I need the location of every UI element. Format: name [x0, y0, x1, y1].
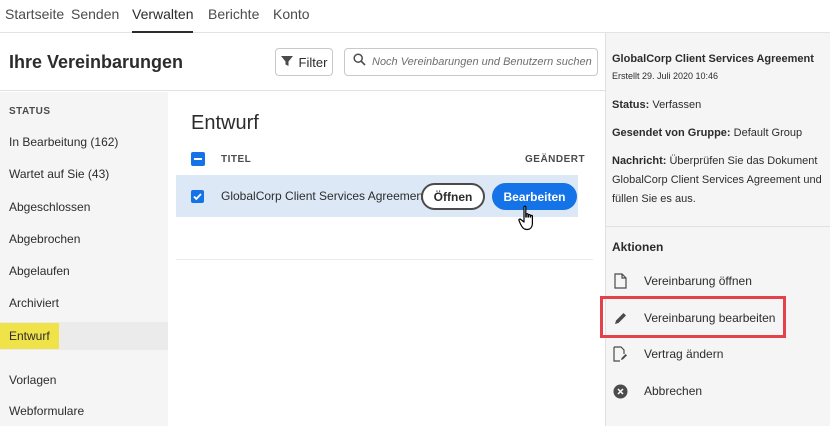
group-key: Gesendet von Gruppe: — [612, 127, 731, 139]
sidebar-item-label: Archiviert — [9, 296, 60, 310]
sidebar-item-label: In Bearbeitung (162) — [9, 135, 119, 149]
tab-konto[interactable]: Konto — [273, 6, 310, 33]
sidebar-item-in-bearbeitung[interactable]: In Bearbeitung (162) — [0, 128, 168, 156]
group-value: Default Group — [733, 127, 803, 139]
sidebar-item-abgelaufen[interactable]: Abgelaufen — [0, 257, 168, 285]
sidebar-item-label: Abgelaufen — [9, 264, 70, 278]
search-icon — [353, 53, 366, 71]
agreements-header: Ihre Vereinbarungen Filter — [0, 33, 605, 91]
row-checkbox[interactable] — [191, 190, 204, 203]
tab-startseite[interactable]: Startseite — [5, 6, 64, 33]
filter-label: Filter — [298, 54, 328, 70]
search-input[interactable] — [372, 56, 592, 68]
details-status: Status: Verfassen — [612, 96, 827, 115]
actions-heading: Aktionen — [612, 240, 664, 254]
agreement-list: Entwurf TITEL GEÄNDERT GlobalCorp Client… — [168, 92, 605, 426]
action-label: Vereinbarung bearbeiten — [644, 311, 776, 325]
document-icon — [612, 273, 628, 289]
filter-button[interactable]: Filter — [275, 48, 333, 76]
funnel-icon — [280, 55, 293, 70]
sidebar-item-label: Vorlagen — [9, 373, 57, 387]
sidebar-item-abgebrochen[interactable]: Abgebrochen — [0, 225, 168, 253]
tab-berichte[interactable]: Berichte — [208, 6, 259, 33]
status-value: Verfassen — [652, 99, 702, 111]
list-heading: Entwurf — [191, 112, 259, 134]
action-edit-agreement[interactable]: Vereinbarung bearbeiten — [612, 306, 824, 330]
sidebar-item-vorlagen[interactable]: Vorlagen — [0, 366, 168, 394]
sidebar-item-archiviert[interactable]: Archiviert — [0, 289, 168, 317]
top-navigation: Startseite Senden Verwalten Berichte Kon… — [0, 0, 830, 33]
action-label: Vertrag ändern — [644, 347, 724, 361]
tab-verwalten[interactable]: Verwalten — [132, 6, 194, 33]
select-all-checkbox[interactable] — [191, 152, 205, 166]
details-created: Erstellt 29. Juli 2020 10:46 — [612, 71, 719, 81]
action-open-agreement[interactable]: Vereinbarung öffnen — [612, 269, 824, 293]
column-header-changed[interactable]: GEÄNDERT — [525, 154, 585, 165]
agreement-name: GlobalCorp Client Services Agreement — [221, 189, 427, 203]
details-group: Gesendet von Gruppe: Default Group — [612, 124, 827, 143]
status-section-label: STATUS — [9, 106, 51, 117]
sidebar-item-entwurf[interactable]: Entwurf — [0, 322, 168, 350]
search-box[interactable] — [344, 48, 598, 76]
sidebar-item-webformulare[interactable]: Webformulare — [0, 397, 168, 425]
sidebar-item-abgeschlossen[interactable]: Abgeschlossen — [0, 193, 168, 221]
details-panel: GlobalCorp Client Services Agreement Ers… — [605, 33, 830, 426]
list-divider — [176, 259, 593, 260]
sidebar-item-label: Webformulare — [9, 404, 85, 418]
action-change-contract[interactable]: Vertrag ändern — [612, 342, 824, 366]
sidebar-item-label: Entwurf — [0, 323, 59, 349]
sidebar-item-wartet-auf-sie[interactable]: Wartet auf Sie (43) — [0, 160, 168, 188]
action-label: Vereinbarung öffnen — [644, 274, 752, 288]
action-label: Abbrechen — [644, 384, 703, 398]
sidebar-item-label: Abgeschlossen — [9, 200, 91, 214]
column-header-title[interactable]: TITEL — [221, 154, 251, 165]
action-cancel[interactable]: Abbrechen — [612, 379, 824, 403]
cancel-circle-icon — [612, 383, 628, 399]
status-sidebar: STATUS In Bearbeitung (162) Wartet auf S… — [0, 92, 168, 426]
details-divider — [606, 226, 830, 227]
sidebar-item-label: Wartet auf Sie (43) — [9, 167, 110, 181]
open-button[interactable]: Öffnen — [421, 183, 485, 210]
details-title: GlobalCorp Client Services Agreement — [612, 53, 814, 65]
message-key: Nachricht: — [612, 155, 667, 167]
tab-senden[interactable]: Senden — [71, 6, 119, 33]
sidebar-item-label: Abgebrochen — [9, 232, 81, 246]
status-key: Status: — [612, 99, 650, 111]
hand-pointer-icon — [518, 205, 540, 238]
details-message: Nachricht: Überprüfen Sie das Dokument G… — [612, 152, 827, 209]
page-title: Ihre Vereinbarungen — [9, 52, 184, 72]
pencil-icon — [612, 310, 628, 326]
document-edit-icon — [612, 346, 628, 362]
